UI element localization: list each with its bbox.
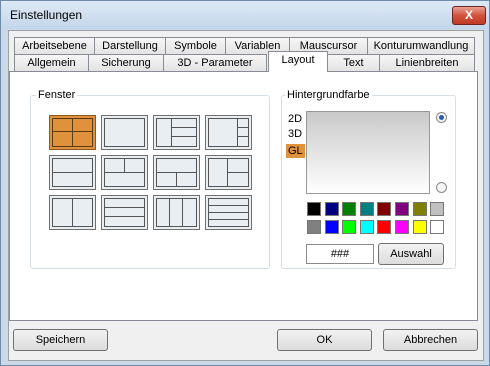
tab-text[interactable]: Text <box>327 54 380 71</box>
layout-pane <box>52 172 93 187</box>
tab-symbole[interactable]: Symbole <box>165 37 226 54</box>
hex-color-field[interactable]: ### <box>306 244 374 264</box>
layout-preset-button[interactable] <box>205 155 252 190</box>
color-swatch[interactable] <box>359 202 374 216</box>
layout-pane <box>208 118 238 147</box>
layout-pane <box>182 198 197 227</box>
layout-pane <box>156 172 177 187</box>
cancel-button[interactable]: Abbrechen <box>383 329 478 351</box>
layout-preset-button[interactable] <box>101 155 148 190</box>
layout-preset-button[interactable] <box>101 115 148 150</box>
layout-pane <box>227 172 249 187</box>
layout-pane <box>171 136 197 147</box>
layout-pane <box>227 158 249 173</box>
layout-preset-button[interactable] <box>49 155 96 190</box>
mode-gl[interactable]: GL <box>286 144 305 158</box>
color-swatch[interactable] <box>359 220 374 234</box>
hintergrund-label: Hintergrundfarbe <box>285 89 372 101</box>
layout-preset-button[interactable] <box>153 195 200 230</box>
layout-preset-button[interactable] <box>205 115 252 150</box>
layout-preset-button[interactable] <box>49 195 96 230</box>
color-swatch[interactable] <box>412 202 427 216</box>
tab-konturumwandlung[interactable]: Konturumwandlung <box>367 37 475 54</box>
fenster-label: Fenster <box>36 89 78 101</box>
layout-pane <box>52 118 73 132</box>
close-button[interactable]: X <box>452 6 486 25</box>
color-swatch[interactable] <box>395 220 409 234</box>
color-swatch[interactable] <box>377 220 392 234</box>
color-swatch[interactable] <box>430 202 445 216</box>
layout-pane <box>104 172 145 187</box>
layout-pane <box>237 136 249 147</box>
layout-preset-button[interactable] <box>205 195 252 230</box>
close-icon: X <box>464 8 473 22</box>
layout-preset-button[interactable] <box>153 155 200 190</box>
layout-pane <box>104 216 145 227</box>
mode-3d[interactable]: 3D <box>288 128 302 140</box>
window-title: Einstellungen <box>10 8 83 22</box>
background-preview <box>306 111 430 194</box>
save-button[interactable]: Speichern <box>13 329 108 351</box>
layout-pane <box>52 131 73 147</box>
tab-arbeitsebene[interactable]: Arbeitsebene <box>14 37 95 54</box>
radio-gradient-bottom[interactable] <box>436 182 447 193</box>
color-swatch[interactable] <box>307 202 321 216</box>
tab-layout[interactable]: Layout <box>268 51 328 72</box>
tab-darstellung[interactable]: Darstellung <box>94 37 166 54</box>
color-swatch[interactable] <box>430 220 445 234</box>
choose-color-button[interactable]: Auswahl <box>378 243 444 265</box>
layout-pane <box>72 118 93 132</box>
radio-gradient-top[interactable] <box>436 112 447 123</box>
layout-pane <box>208 158 228 187</box>
layout-preset-button[interactable] <box>153 115 200 150</box>
color-swatch[interactable] <box>307 220 321 234</box>
layout-preset-button[interactable] <box>49 115 96 150</box>
mode-2d[interactable]: 2D <box>288 113 302 125</box>
color-swatch[interactable] <box>324 220 339 234</box>
layout-pane <box>169 198 183 227</box>
layout-pane <box>156 198 170 227</box>
ok-button[interactable]: OK <box>277 329 372 351</box>
tab-allgemein[interactable]: Allgemein <box>14 54 89 71</box>
layout-preset-button[interactable] <box>101 195 148 230</box>
color-swatch[interactable] <box>395 202 409 216</box>
layout-pane <box>72 131 93 147</box>
layout-pane <box>72 198 93 227</box>
color-swatch[interactable] <box>342 220 357 234</box>
layout-pane <box>52 158 93 173</box>
layout-pane <box>156 158 197 173</box>
layout-pane <box>52 198 73 227</box>
tab-sicherung[interactable]: Sicherung <box>88 54 164 71</box>
color-swatch[interactable] <box>324 202 339 216</box>
color-swatch[interactable] <box>412 220 427 234</box>
layout-pane <box>104 158 125 173</box>
layout-pane <box>124 158 145 173</box>
tab-linienbreiten[interactable]: Linienbreiten <box>379 54 475 71</box>
layout-pane <box>104 118 145 147</box>
title-bar[interactable]: Einstellungen X <box>1 1 489 29</box>
layout-pane <box>176 172 197 187</box>
tab-3d-parameter[interactable]: 3D - Parameter <box>163 54 267 71</box>
layout-pane <box>156 118 172 147</box>
color-swatch[interactable] <box>377 202 392 216</box>
layout-pane <box>208 219 249 227</box>
color-swatch[interactable] <box>342 202 357 216</box>
